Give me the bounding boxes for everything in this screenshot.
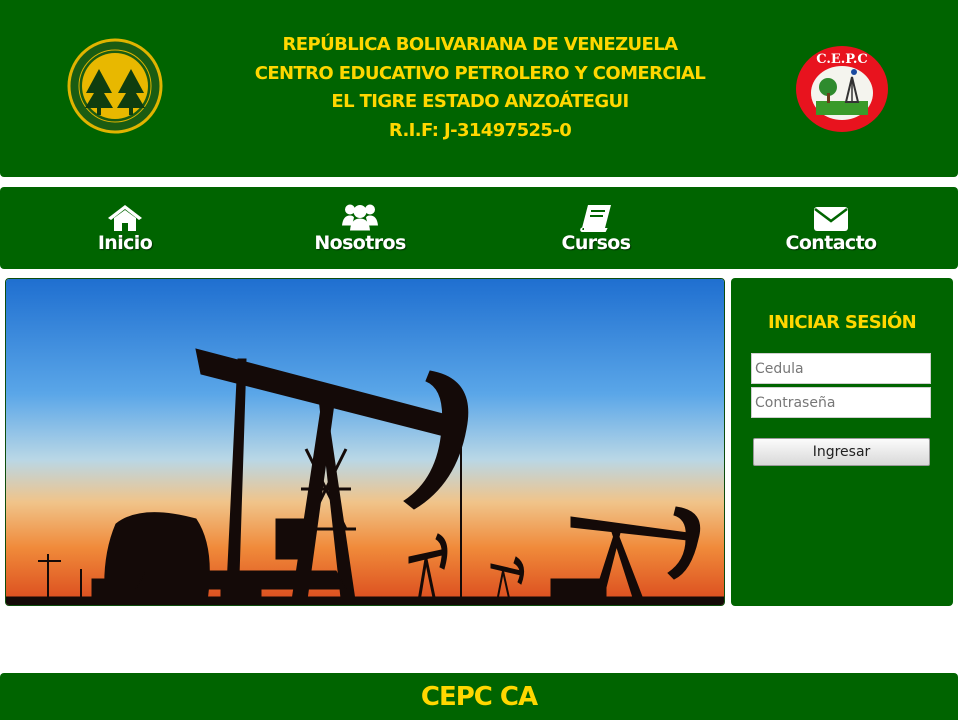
login-panel: INICIAR SESIÓN Ingresar [731, 278, 953, 606]
envelope-icon [814, 207, 848, 231]
nav-item-contacto-label: Contacto [785, 232, 877, 254]
nav-item-inicio[interactable]: Inicio [45, 187, 205, 269]
site-header: REPÚBLICA BOLIVARIANA DE VENEZUELA CENTR… [0, 0, 958, 177]
nav-item-inicio-label: Inicio [97, 232, 153, 254]
header-title-line1: REPÚBLICA BOLIVARIANA DE VENEZUELA [282, 34, 679, 55]
cooperativa-cepc-logo-icon [67, 38, 163, 134]
home-icon [108, 205, 142, 231]
ingresar-button[interactable]: Ingresar [753, 438, 930, 466]
password-input[interactable] [751, 387, 931, 418]
oil-pumpjack-sunset-image-icon [6, 279, 724, 605]
login-title: INICIAR SESIÓN [768, 312, 917, 333]
header-titles: REPÚBLICA BOLIVARIANA DE VENEZUELA CENTR… [170, 31, 790, 145]
nav-item-cursos-label: Cursos [561, 232, 632, 254]
nav-item-contacto[interactable]: Contacto [751, 187, 911, 269]
cepc-logo-text: C.E.P.C [816, 52, 868, 67]
site-footer: CEPC CA [0, 673, 958, 720]
footer-title: CEPC CA [420, 682, 538, 712]
header-rif: R.I.F: J-31497525-0 [388, 119, 572, 141]
header-title-line2: CENTRO EDUCATIVO PETROLERO Y COMERCIAL [254, 62, 706, 84]
nav-item-nosotros[interactable]: Nosotros [280, 187, 440, 269]
cepc-logo-icon: C.E.P.C [796, 46, 888, 132]
main-nav: Inicio Nosotros Cursos Contacto [0, 187, 958, 269]
header-title-line3: EL TIGRE ESTADO ANZOÁTEGUI [331, 91, 629, 112]
book-icon [580, 205, 611, 232]
page: REPÚBLICA BOLIVARIANA DE VENEZUELA CENTR… [0, 0, 960, 720]
users-icon [342, 204, 378, 231]
cedula-input[interactable] [751, 353, 931, 384]
hero-image [5, 278, 725, 606]
nav-item-nosotros-label: Nosotros [314, 232, 406, 254]
nav-item-cursos[interactable]: Cursos [516, 187, 676, 269]
